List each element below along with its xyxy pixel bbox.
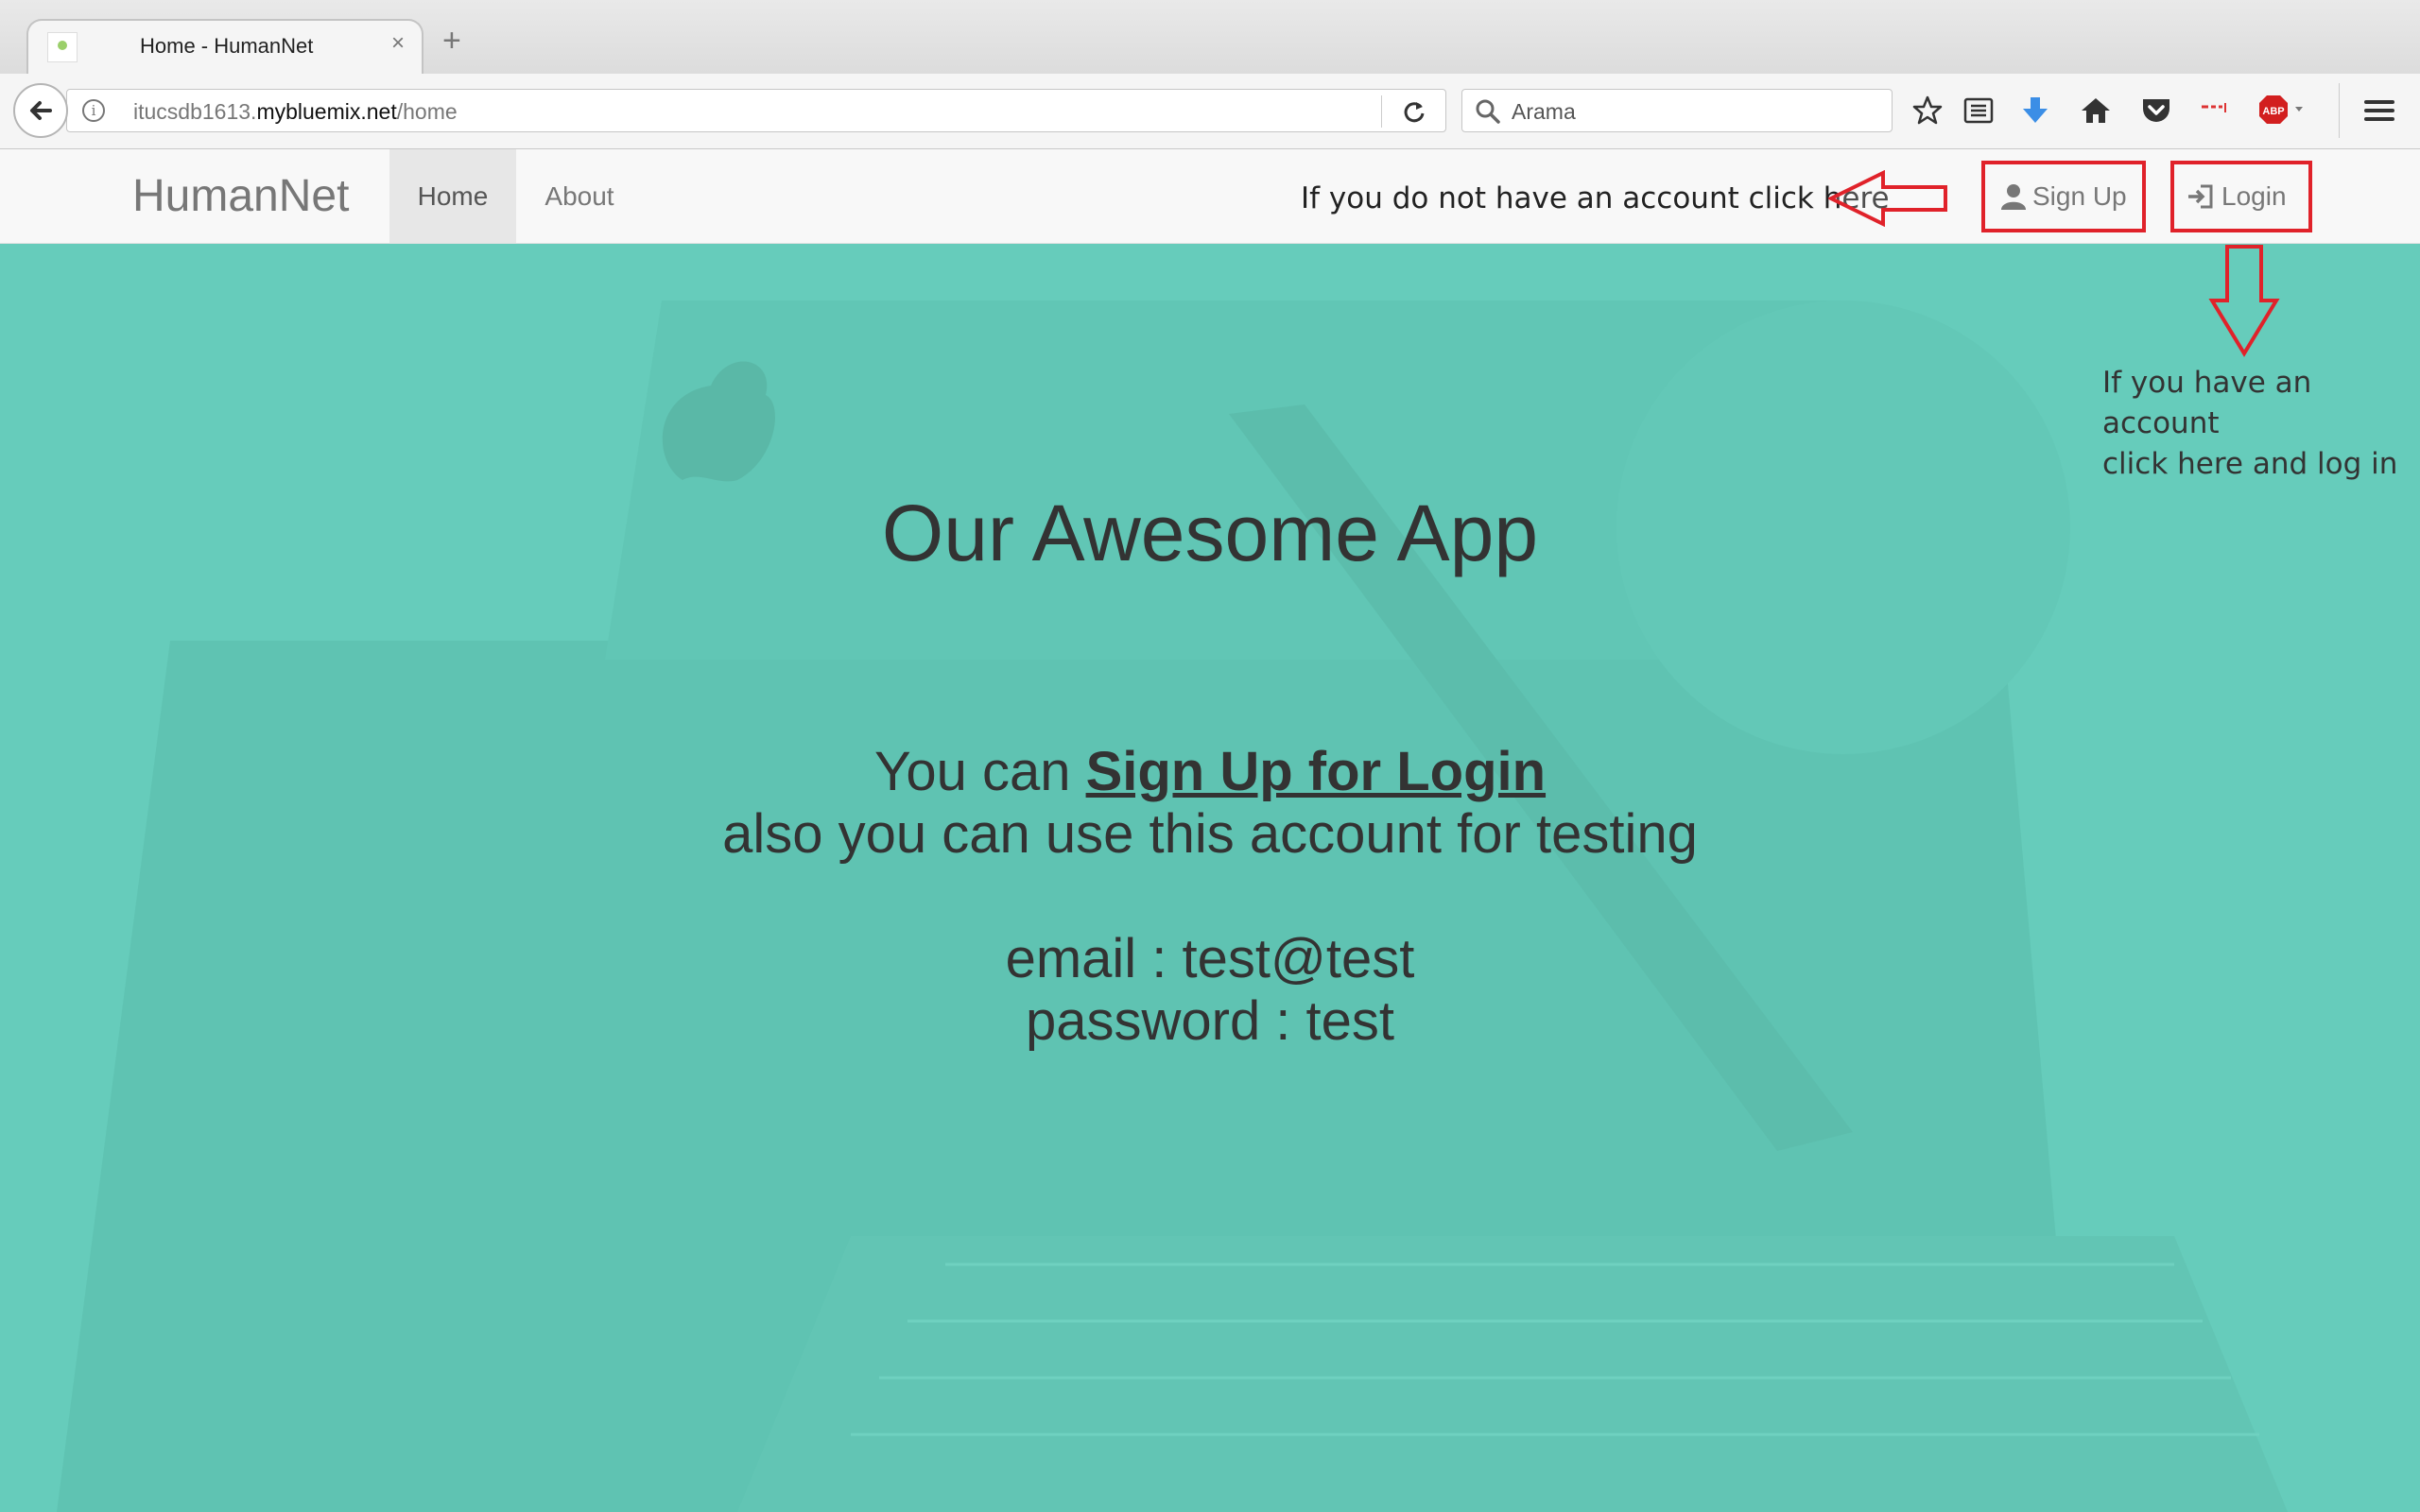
url-divider — [1381, 95, 1382, 128]
reload-icon[interactable] — [1398, 95, 1430, 128]
search-bar[interactable]: Arama — [1461, 89, 1893, 132]
extension-icon[interactable] — [2193, 91, 2233, 130]
reading-list-icon[interactable] — [1959, 91, 1998, 130]
back-arrow-icon — [30, 101, 52, 120]
download-icon[interactable] — [2015, 91, 2055, 130]
hero-section — [0, 244, 2420, 1512]
site-favicon-icon — [47, 32, 78, 62]
nav-about-link[interactable]: About — [516, 149, 643, 243]
url-text[interactable]: itucsdb1613.mybluemix.net/home — [133, 99, 458, 125]
tab-close-icon[interactable]: × — [391, 30, 405, 57]
new-tab-button[interactable]: + — [442, 25, 461, 57]
down-arrow-annotation-icon — [2208, 245, 2280, 357]
test-password-text: password : test — [1025, 990, 1395, 1052]
bookmark-star-icon[interactable] — [1908, 91, 1947, 130]
signup-annotation-text: If you do not have an account click here — [1301, 181, 1890, 215]
signup-highlight-box — [1981, 161, 2146, 232]
home-icon[interactable] — [2076, 91, 2116, 130]
site-brand[interactable]: HumanNet — [132, 170, 349, 222]
login-highlight-box — [2170, 161, 2312, 232]
login-annotation-text: If you have an account click here and lo… — [2102, 366, 2398, 481]
left-arrow-annotation-icon — [1828, 170, 1947, 227]
browser-toolbar: i itucsdb1613.mybluemix.net/home Arama A… — [0, 74, 2420, 149]
back-button[interactable] — [13, 83, 68, 138]
menu-icon[interactable] — [2360, 91, 2399, 130]
toolbar-divider — [2339, 83, 2340, 138]
browser-tab-strip: Home - HumanNet × + — [0, 0, 2420, 74]
url-bar[interactable]: i itucsdb1613.mybluemix.net/home — [66, 89, 1446, 132]
browser-tab[interactable]: Home - HumanNet × — [26, 19, 424, 74]
tab-title: Home - HumanNet — [140, 34, 314, 58]
search-placeholder: Arama — [1512, 99, 1576, 124]
search-icon — [1474, 97, 1502, 130]
hero-signup-line: You can Sign Up for Login — [873, 741, 1547, 802]
hero-title: Our Awesome App — [881, 489, 1539, 577]
signup-for-login-link[interactable]: Sign Up for Login — [1086, 741, 1546, 802]
hero-background-image — [57, 301, 2288, 1512]
svg-text:ABP: ABP — [2262, 106, 2284, 117]
hero-testing-line: also you can use this account for testin… — [722, 803, 1698, 865]
site-info-icon[interactable]: i — [82, 99, 105, 122]
nav-home-link[interactable]: Home — [389, 149, 516, 243]
test-email-text: email : test@test — [1005, 928, 1415, 989]
pocket-icon[interactable] — [2136, 91, 2176, 130]
adblock-icon[interactable]: ABP — [2256, 91, 2316, 130]
